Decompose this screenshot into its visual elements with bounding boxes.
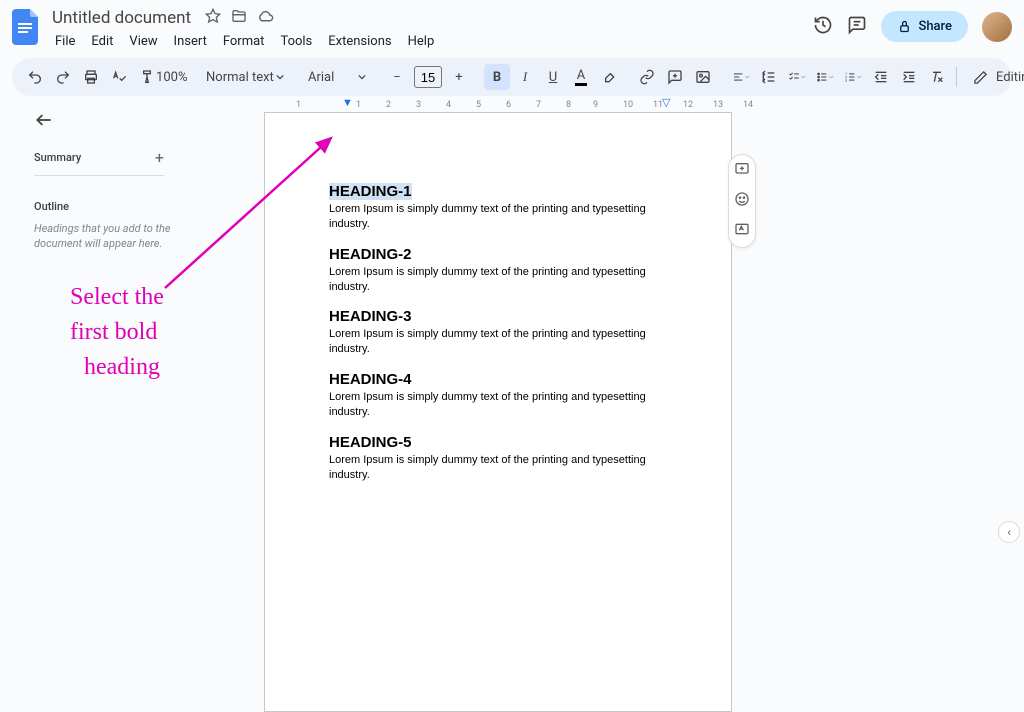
doc-heading[interactable]: HEADING-4 <box>329 371 667 388</box>
star-icon[interactable] <box>205 8 221 28</box>
font-size-control: − + <box>384 64 472 90</box>
decrease-font-button[interactable]: − <box>384 64 410 90</box>
app-header: Untitled document File Edit View Insert … <box>0 0 1024 56</box>
print-button[interactable] <box>78 64 104 90</box>
menu-edit[interactable]: Edit <box>84 31 120 52</box>
svg-text:3: 3 <box>845 79 847 83</box>
toolbar: 100% Normal text Arial − + B I U A 123 E… <box>12 58 1012 96</box>
insert-image-button[interactable] <box>690 64 716 90</box>
clear-formatting-button[interactable] <box>924 64 950 90</box>
menu-insert[interactable]: Insert <box>167 31 214 52</box>
menu-help[interactable]: Help <box>401 31 442 52</box>
font-select[interactable]: Arial <box>302 64 372 90</box>
increase-font-button[interactable]: + <box>446 64 472 90</box>
highlight-button[interactable] <box>596 64 622 90</box>
header-right: Share <box>813 11 1012 42</box>
document-area: ▼ 1 1 2 3 4 5 6 7 8 9 10 11 ▽ 12 13 14 H… <box>252 98 1024 545</box>
doc-heading[interactable]: HEADING-3 <box>329 308 667 325</box>
doc-heading[interactable]: HEADING-1 <box>329 183 667 200</box>
undo-button[interactable] <box>22 64 48 90</box>
cloud-icon[interactable] <box>257 8 274 29</box>
insert-comment-button[interactable] <box>662 64 688 90</box>
doc-paragraph[interactable]: Lorem Ipsum is simply dummy text of the … <box>329 390 667 420</box>
document-title[interactable]: Untitled document <box>48 7 195 29</box>
menu-extensions[interactable]: Extensions <box>321 31 398 52</box>
separator <box>956 67 957 87</box>
numbered-list-button[interactable]: 123 <box>840 64 866 90</box>
doc-heading[interactable]: HEADING-2 <box>329 246 667 263</box>
menu-view[interactable]: View <box>122 31 164 52</box>
checklist-button[interactable] <box>784 64 810 90</box>
outline-label: Outline <box>34 200 232 213</box>
comments-icon[interactable] <box>847 15 867 39</box>
insert-link-button[interactable] <box>634 64 660 90</box>
share-label: Share <box>918 19 952 34</box>
doc-paragraph[interactable]: Lorem Ipsum is simply dummy text of the … <box>329 327 667 357</box>
decrease-indent-button[interactable] <box>868 64 894 90</box>
line-spacing-button[interactable] <box>756 64 782 90</box>
zoom-select[interactable]: 100% <box>162 64 188 90</box>
font-size-input[interactable] <box>414 66 442 88</box>
title-area: Untitled document File Edit View Insert … <box>48 7 813 52</box>
annotation-text: Select the first bold heading <box>70 280 164 384</box>
doc-paragraph[interactable]: Lorem Ipsum is simply dummy text of the … <box>329 265 667 295</box>
add-comment-icon[interactable] <box>734 161 750 181</box>
user-avatar[interactable] <box>982 12 1012 42</box>
share-button[interactable]: Share <box>881 11 968 42</box>
italic-button[interactable]: I <box>512 64 538 90</box>
paragraph-style-select[interactable]: Normal text <box>200 64 290 90</box>
text-color-button[interactable]: A <box>568 64 594 90</box>
suggest-edits-icon[interactable] <box>734 221 750 241</box>
menu-file[interactable]: File <box>48 31 82 52</box>
doc-paragraph[interactable]: Lorem Ipsum is simply dummy text of the … <box>329 202 667 232</box>
outline-hint: Headings that you add to the document wi… <box>34 221 214 252</box>
editing-mode-button[interactable]: Editing <box>963 64 1024 90</box>
align-button[interactable] <box>728 64 754 90</box>
increase-indent-button[interactable] <box>896 64 922 90</box>
docs-logo[interactable] <box>12 9 40 49</box>
menu-tools[interactable]: Tools <box>273 31 319 52</box>
vertical-ruler <box>0 98 14 545</box>
explore-button[interactable]: ‹ <box>998 521 1020 543</box>
bold-button[interactable]: B <box>484 64 510 90</box>
bullet-list-button[interactable] <box>812 64 838 90</box>
menu-format[interactable]: Format <box>216 31 272 52</box>
redo-button[interactable] <box>50 64 76 90</box>
document-page[interactable]: HEADING-1 Lorem Ipsum is simply dummy tex… <box>264 112 732 712</box>
add-summary-button[interactable]: + <box>155 148 164 167</box>
spellcheck-button[interactable] <box>106 64 132 90</box>
menu-bar: File Edit View Insert Format Tools Exten… <box>48 31 813 52</box>
close-outline-button[interactable] <box>34 110 54 134</box>
side-comment-tools <box>728 154 756 248</box>
add-emoji-icon[interactable] <box>734 191 750 211</box>
underline-button[interactable]: U <box>540 64 566 90</box>
summary-label: Summary <box>34 151 81 164</box>
history-icon[interactable] <box>813 15 833 39</box>
doc-paragraph[interactable]: Lorem Ipsum is simply dummy text of the … <box>329 453 667 483</box>
doc-heading[interactable]: HEADING-5 <box>329 434 667 451</box>
move-icon[interactable] <box>231 8 247 28</box>
